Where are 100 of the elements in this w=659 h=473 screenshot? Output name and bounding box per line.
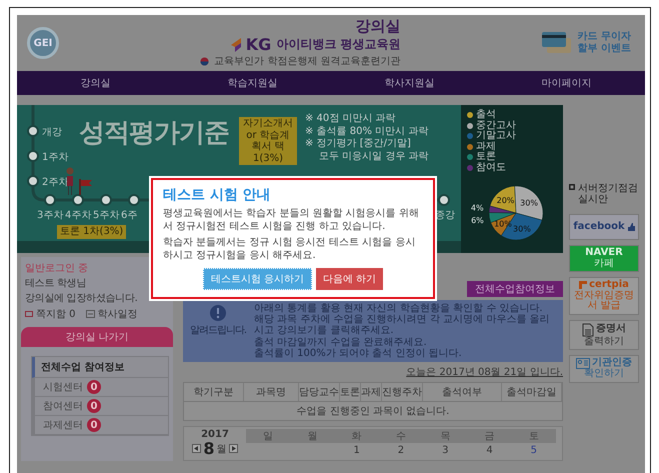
login-status: 일반로그인 중 (24, 262, 90, 275)
week-label: 6주 (121, 209, 138, 222)
center-label[interactable]: 과제센터 (43, 418, 83, 432)
participation-title: 전체수업 참여정보 (32, 357, 168, 378)
column-header: 학기구분 (184, 382, 244, 401)
logo-mark-icon (230, 38, 241, 52)
calendar-month: 8 (203, 440, 215, 458)
week-label: 4주차 (65, 209, 92, 222)
side-banner-link[interactable]: facebook (569, 214, 639, 240)
dialog-text: 학습자 분들께서는 정규 시험 응시전 테스트 시험을 응시하시고 정규시험을 응시 해주세요. (163, 237, 416, 262)
grading-note: ※ 정기평가 [중간/기말] (305, 138, 412, 150)
logo-mark-icon (579, 281, 588, 290)
column-header: 토론 (340, 382, 361, 401)
flag-emblem-icon (200, 56, 210, 66)
week-label: 종강 (435, 209, 455, 222)
flag-icon (79, 179, 93, 195)
weekday-header: 화 (334, 428, 379, 443)
alert-icon (210, 305, 226, 321)
count-badge: 0 (87, 418, 101, 432)
week-label: 3주차 (37, 209, 64, 222)
notice-icon (569, 183, 575, 191)
legend-item: 중간고사 (467, 120, 516, 131)
dialog-title: 테스트 시험 안내 (163, 186, 272, 204)
thumbs-up-icon (626, 223, 635, 231)
column-header: 담당교수 (298, 382, 340, 401)
envelope-icon (25, 311, 33, 317)
academy-badge: GEI (27, 27, 59, 59)
welcome-text: 강의실에 입장하셨습니다. (24, 292, 138, 304)
side-banner-link[interactable]: 증명서 출력하기 (569, 320, 639, 350)
center-label[interactable]: 참여센터 (43, 399, 83, 413)
nav-tab[interactable]: 학습지원실 (174, 71, 331, 95)
legend-item: 참여도 (467, 162, 516, 173)
calendar-day[interactable]: 1 (334, 442, 379, 456)
month-unit: 월 (216, 442, 227, 456)
notice-line: 해당 과목 주차에 수업을 진행하시려면 각 교시명에 마우스를 올리시고 강의보기를 클릭해주세요. (254, 314, 550, 337)
weekday-header: 수 (378, 428, 424, 443)
nav-tab[interactable]: 강의실 (17, 71, 174, 95)
center-label[interactable]: 시험센터 (43, 380, 83, 394)
nav-tab[interactable]: 마이페이지 (488, 71, 645, 95)
grading-note: ※ 40점 미만시 과락 (305, 113, 397, 126)
grading-tag: 토론 1차(3%) (57, 225, 126, 238)
next-month-button[interactable] (228, 444, 238, 454)
week-label: 2주차 (42, 176, 68, 189)
server-notice-link[interactable]: 서버정기점검실시안 (578, 183, 645, 205)
dialog-text: 평생교육원에서는 학습자 분들의 원활할 시험응시를 위해서 정규시험전 테스트 시험을 진행 하고 있습니다. (163, 208, 420, 233)
week-label: 개강 (42, 126, 62, 139)
weekday-header: 목 (423, 428, 468, 443)
column-header: 과목명 (244, 382, 299, 401)
user-name: 테스트 학생님 (24, 278, 88, 290)
slice-label: 4% (470, 204, 484, 213)
today-date: 오늘은 2017년 08월 21일 입니다. (405, 366, 563, 379)
accreditation-text: 교육부인가 학점은행제 원격교육훈련기관 (214, 55, 400, 68)
exit-button[interactable]: 강의실 나가기 (21, 327, 173, 347)
empty-message: 수업을 진행중인 과목이 없습니다. (296, 404, 450, 419)
slice-label: 6% (471, 216, 484, 225)
messages-link[interactable]: 쪽지함 0 (25, 307, 76, 321)
column-header: 출석여부 (423, 382, 502, 401)
id-card-icon (576, 358, 590, 369)
calendar-icon (86, 310, 95, 318)
take-test-button[interactable]: 테스트시험 응시하기 (202, 268, 312, 290)
side-banner-link[interactable]: NAVER 카페 (569, 245, 639, 272)
legend-item: 기말고사 (467, 131, 516, 142)
side-banner-link[interactable]: 기관인증 확인하기 (569, 355, 639, 382)
slice-label: 30% (520, 198, 538, 208)
column-header: 과제 (360, 382, 382, 401)
grading-tag: 자기소개서 or 학습계획서 택1(3%) (239, 117, 297, 165)
column-header: 출석마감일 (502, 382, 562, 401)
count-badge: 0 (87, 399, 101, 413)
legend-item: 출석 (467, 110, 516, 120)
student-figure (65, 167, 75, 195)
calendar-day[interactable]: 5 (512, 442, 556, 456)
slice-label: 30% (513, 224, 531, 234)
overview-button[interactable]: 전체수업참여정보 (467, 281, 563, 297)
calendar-day[interactable]: 4 (467, 442, 512, 456)
document-icon (582, 322, 594, 336)
week-label: 5주차 (93, 209, 120, 222)
academy-name: 아이티뱅크 평생교육원 (276, 36, 400, 54)
previous-month-button[interactable] (192, 444, 202, 454)
credit-card-icon (542, 32, 572, 54)
notice-line: 출석률이 100%가 되어야 출석 인정이 됩니다. (254, 348, 463, 359)
weekday-header: 월 (290, 428, 335, 443)
calendar-day[interactable]: 2 (378, 442, 424, 456)
logo-text: KG (246, 35, 272, 54)
grading-note: 모두 미응시일 경우 과락 (318, 150, 429, 163)
later-button[interactable]: 다음에 하기 (316, 268, 384, 290)
slice-label: 20% (496, 196, 514, 205)
legend-item: 과제 (467, 142, 516, 152)
schedule-link[interactable]: 학사일정 (86, 307, 138, 321)
calendar-day[interactable]: 3 (423, 442, 468, 456)
banner-title: 성적평가기준 (79, 117, 229, 150)
weekday-header: 일 (246, 428, 290, 443)
column-header: 진행주차 (382, 382, 424, 401)
count-badge: 0 (87, 380, 101, 394)
legend-item: 토론 (467, 152, 516, 162)
nav-tab[interactable]: 학사지원실 (331, 71, 488, 95)
page-title: 강의실 (355, 18, 400, 36)
weekday-header: 금 (467, 428, 512, 443)
week-label: 1주차 (42, 151, 68, 164)
grading-note: ※ 출석률 80% 미만시 과락 (305, 126, 429, 138)
notice-label: 알려드립니다. (190, 324, 246, 337)
